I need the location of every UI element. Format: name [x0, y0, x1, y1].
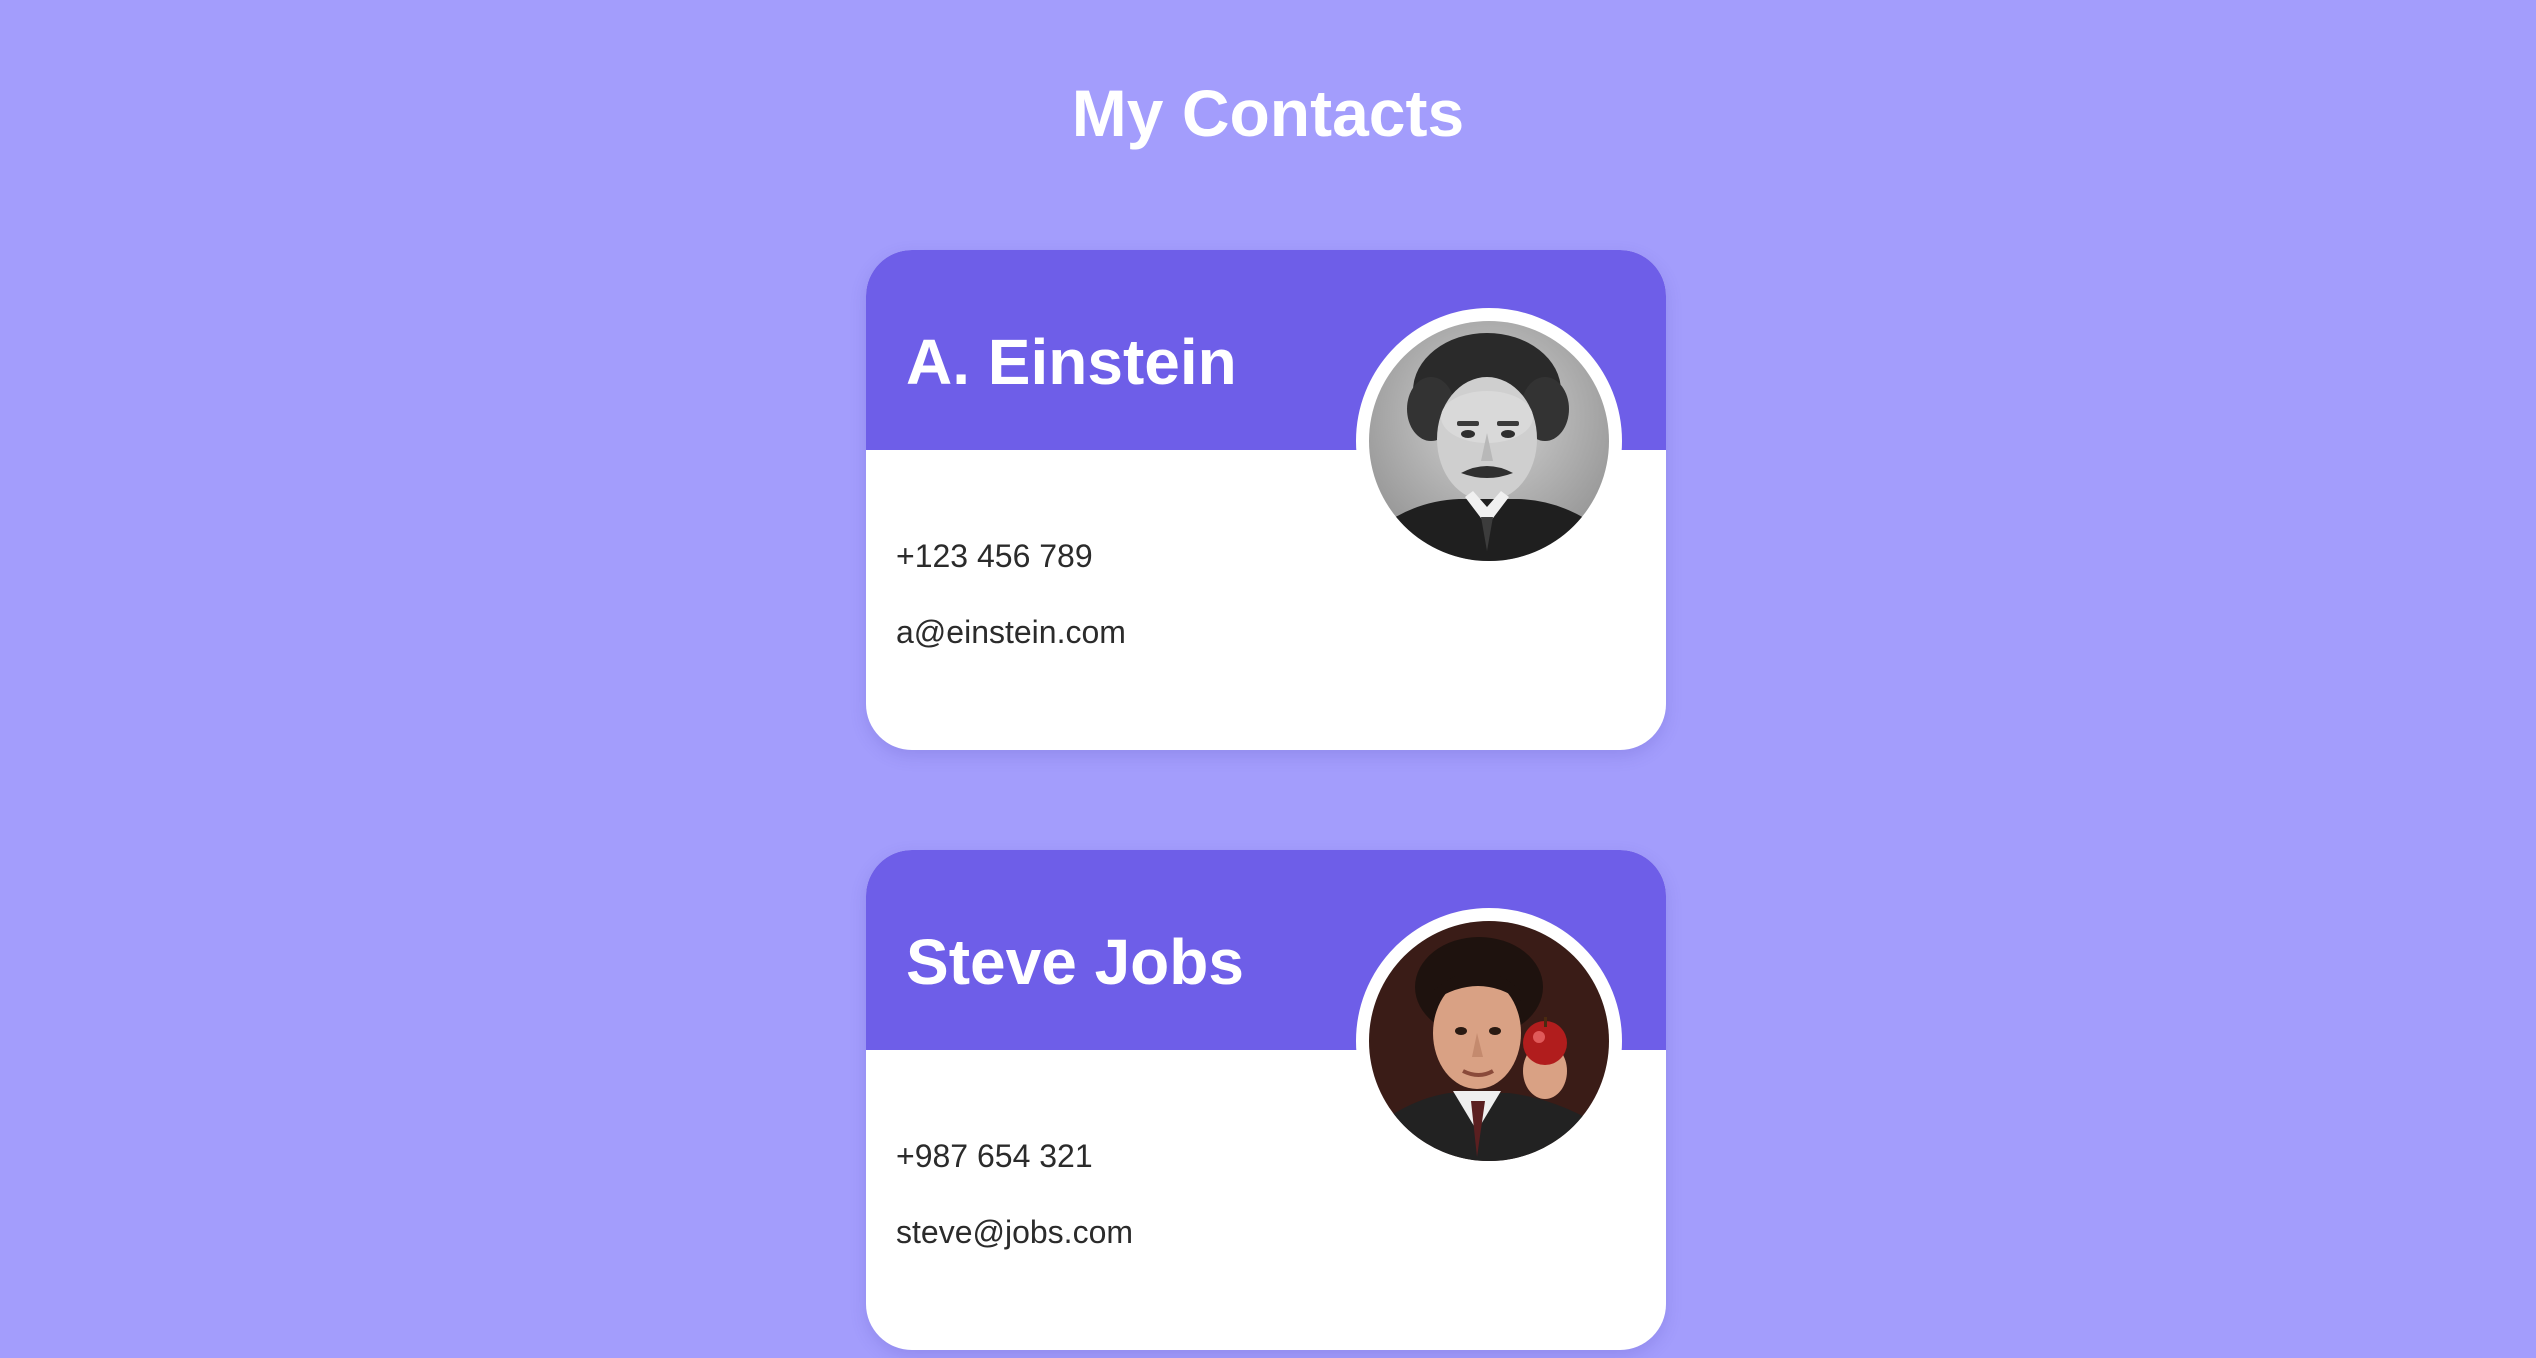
- avatar: [1356, 308, 1622, 574]
- einstein-portrait-image: [1369, 321, 1609, 561]
- contact-email: steve@jobs.com: [896, 1214, 1134, 1250]
- contact-card: Steve Jobs +987 654 321 steve@jobs.com: [866, 850, 1666, 1350]
- steve-jobs-portrait-image: [1369, 921, 1609, 1161]
- avatar: [1356, 908, 1622, 1174]
- contact-name: A. Einstein: [906, 326, 1237, 398]
- page-title: My Contacts: [1071, 76, 1465, 150]
- contact-name: Steve Jobs: [906, 926, 1244, 998]
- contact-email: a@einstein.com: [896, 614, 1126, 650]
- contact-card: A. Einstein +123 456 789 a@einstein.com: [866, 250, 1666, 750]
- contact-phone: +123 456 789: [896, 538, 1093, 574]
- contact-phone: +987 654 321: [896, 1138, 1093, 1174]
